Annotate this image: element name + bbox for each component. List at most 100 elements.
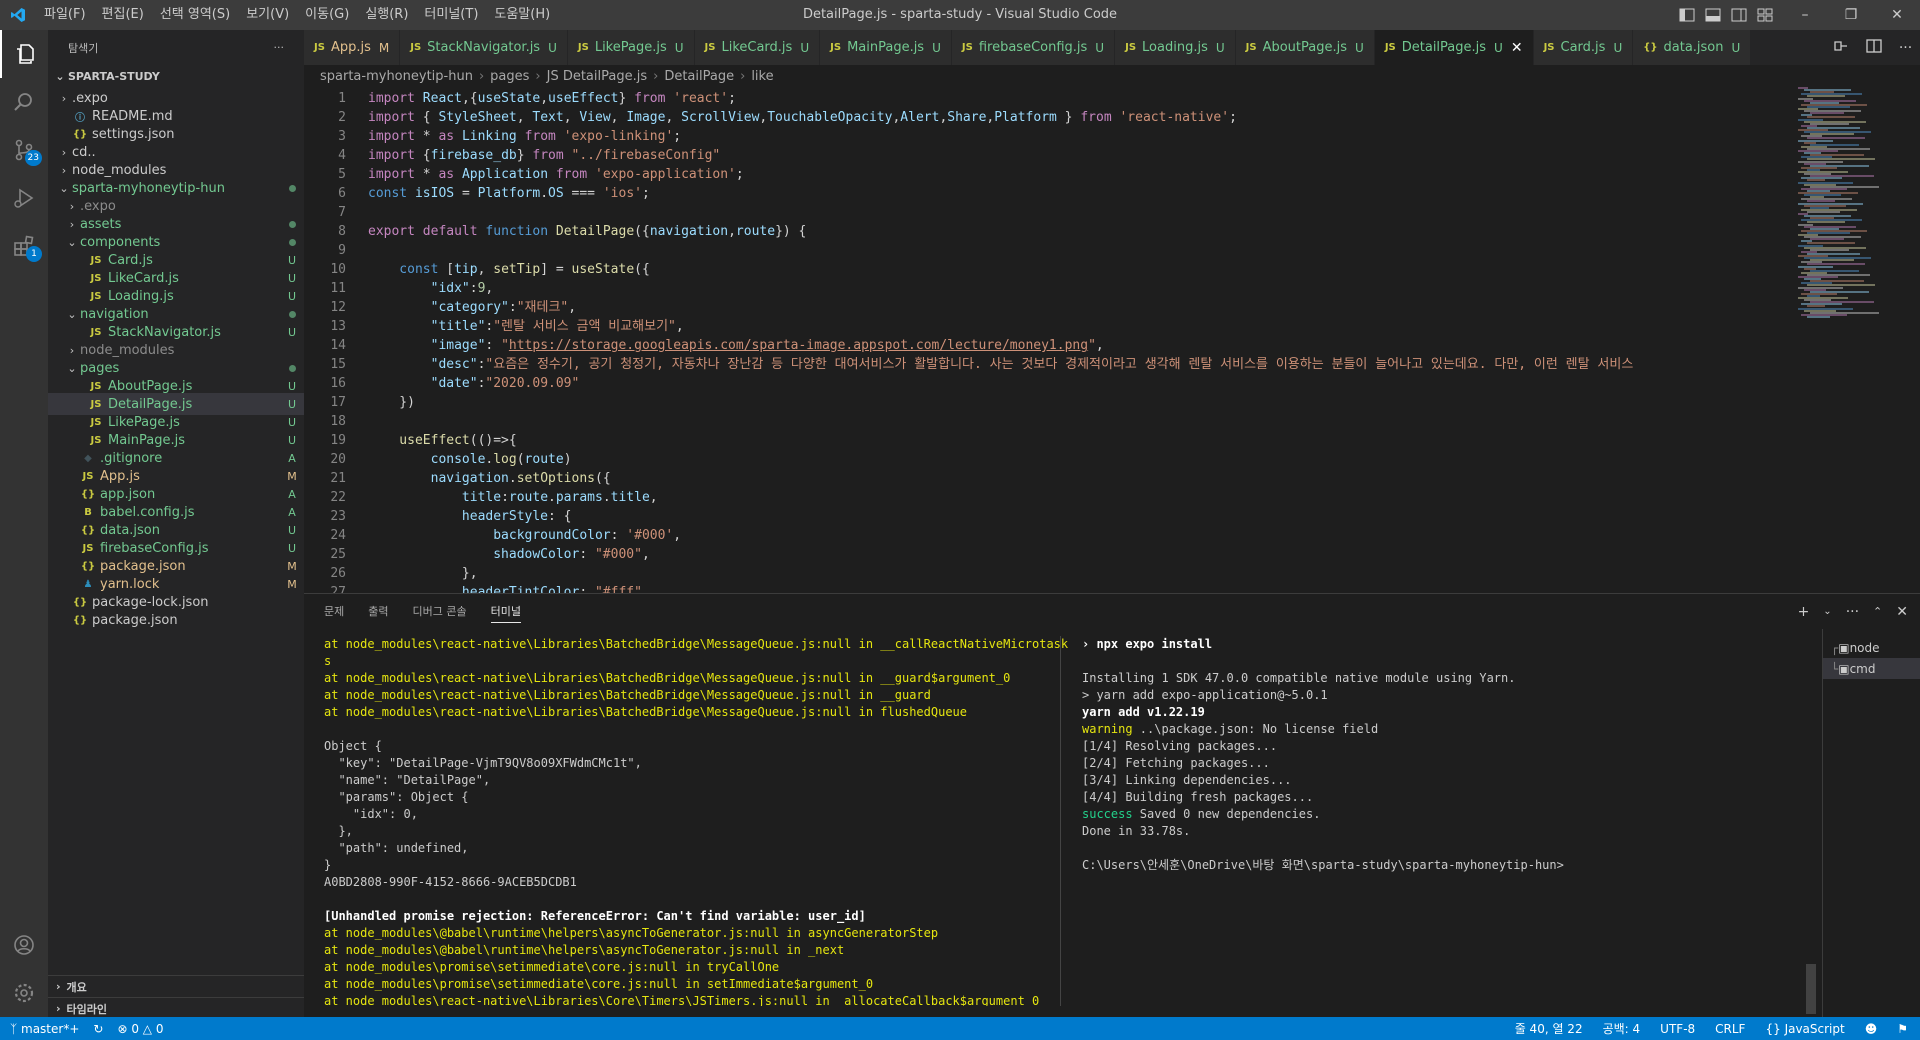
editor-tab[interactable]: JS firebaseConfig.js U xyxy=(951,30,1116,65)
close-window-icon[interactable]: ✕ xyxy=(1874,0,1920,30)
editor-tab[interactable]: JS StackNavigator.js U xyxy=(400,30,568,65)
panel-tab[interactable]: 출력 xyxy=(368,594,388,629)
more-icon[interactable]: ··· xyxy=(1846,604,1859,620)
code-line: 1 import React,{useState,useEffect} from … xyxy=(304,89,1792,108)
terminal-scrollbar[interactable] xyxy=(1806,964,1816,1014)
terminal-line: s xyxy=(324,653,1068,670)
git-status-badge: U xyxy=(287,415,297,429)
editor-tab[interactable]: JS App.js M xyxy=(304,30,401,65)
editor-tab[interactable]: JS LikeCard.js U xyxy=(694,30,821,65)
terminal-name: node xyxy=(1849,640,1880,655)
terminal-cmd-output[interactable]: › npx expo install Installing 1 SDK 47.0.… xyxy=(1082,636,1822,1006)
terminal-text: }, xyxy=(324,824,353,838)
workspace-section[interactable]: ⌄ SPARTA-STUDY xyxy=(48,65,304,87)
minimap[interactable] xyxy=(1792,87,1906,593)
chevron-down-icon[interactable]: ⌄ xyxy=(1823,606,1831,617)
terminal-text: Saved 0 new dependencies. xyxy=(1139,807,1321,821)
code-token: useState xyxy=(477,91,541,106)
menu-item[interactable]: 터미널(T) xyxy=(416,0,486,30)
tree-item-label: pages xyxy=(80,360,120,376)
indentation[interactable]: 공백: 4 xyxy=(1603,1020,1641,1037)
editor-tab[interactable]: JS MainPage.js U xyxy=(820,30,952,65)
more-actions-icon[interactable]: ··· xyxy=(1899,40,1912,56)
restore-icon[interactable]: ❐ xyxy=(1828,0,1874,30)
breadcrumb-item[interactable]: pages xyxy=(490,69,529,84)
terminal-line: }, xyxy=(324,823,1068,840)
line-ending[interactable]: CRLF xyxy=(1715,1022,1745,1036)
maximize-panel-icon[interactable]: ⌃ xyxy=(1873,605,1882,618)
settings-gear-icon[interactable] xyxy=(0,969,48,1017)
json-file-icon: {} xyxy=(80,488,96,500)
sync-icon[interactable]: ↻ xyxy=(93,1022,103,1036)
menu-item[interactable]: 선택 영역(S) xyxy=(152,0,238,30)
tree-item[interactable]: {} package.json xyxy=(48,609,304,631)
terminal-instance[interactable]: ┌ ▣ node xyxy=(1823,637,1920,658)
cursor-position[interactable]: 줄 40, 열 22 xyxy=(1515,1020,1583,1037)
terminal-instance[interactable]: └ ▣ cmd xyxy=(1823,658,1920,679)
toggle-secondary-sidebar-icon[interactable] xyxy=(1728,5,1750,25)
panel-tab[interactable]: 디버그 콘솔 xyxy=(413,594,467,629)
code-editor[interactable]: 1 import React,{useState,useEffect} from … xyxy=(304,87,1792,593)
terminal-line: at node_modules\@babel\runtime\helpers\a… xyxy=(324,925,1068,942)
language-label: JavaScript xyxy=(1784,1021,1845,1036)
notifications-bell-icon[interactable]: ⚑ xyxy=(1897,1022,1908,1036)
new-terminal-icon[interactable]: + xyxy=(1798,604,1810,620)
menu-item[interactable]: 이동(G) xyxy=(297,0,357,30)
terminal-split-divider[interactable] xyxy=(1060,636,1061,1006)
outline-section[interactable]: › 개요 xyxy=(48,975,304,997)
explorer-icon[interactable] xyxy=(0,30,48,78)
code-text: headerTintColor: "#fff", xyxy=(346,583,650,593)
customize-layout-icon[interactable] xyxy=(1754,5,1776,25)
feedback-icon[interactable]: ☻ xyxy=(1865,1022,1878,1036)
menu-item[interactable]: 보기(V) xyxy=(238,0,297,30)
run-debug-icon[interactable] xyxy=(0,174,48,222)
code-token: useState xyxy=(571,262,635,277)
vscode-window: 파일(F) 편집(E) 선택 영역(S) 보기(V) 이동(G) 실행(R) 터미널(T) 도… xyxy=(0,0,1920,1040)
toggle-sidebar-icon[interactable] xyxy=(1676,5,1698,25)
js-file-icon: JS xyxy=(577,42,589,53)
tree-item-label: node_modules xyxy=(80,342,175,358)
code-line: 2 import { StyleSheet, Text, View, Image,… xyxy=(304,108,1792,127)
breadcrumb-item[interactable]: JS DetailPage.js xyxy=(547,69,648,84)
menu-item[interactable]: 파일(F) xyxy=(36,0,94,30)
git-status-badge: U xyxy=(287,433,297,447)
tree-item-label: firebaseConfig.js xyxy=(100,540,209,556)
source-control-icon[interactable]: 23 xyxy=(0,126,48,174)
editor-tab[interactable]: JS Loading.js U xyxy=(1115,30,1236,65)
breadcrumb-item[interactable]: DetailPage xyxy=(664,69,734,84)
terminal-text: at node_modules\react-native\Libraries\B… xyxy=(324,637,1068,651)
accounts-icon[interactable] xyxy=(0,921,48,969)
code-token: Text xyxy=(532,110,564,125)
breadcrumb-item[interactable]: like xyxy=(751,69,773,84)
problems-status[interactable]: ⊗ 0 △ 0 xyxy=(117,1022,163,1036)
toggle-panel-icon[interactable] xyxy=(1702,5,1724,25)
minimize-icon[interactable]: – xyxy=(1782,0,1828,30)
tab-git-status: M xyxy=(378,40,390,55)
code-token: . xyxy=(548,490,556,505)
menu-item[interactable]: 편집(E) xyxy=(94,0,152,30)
open-changes-icon[interactable] xyxy=(1832,37,1850,59)
editor-tab[interactable]: JS AboutPage.js U xyxy=(1235,30,1375,65)
timeline-section[interactable]: › 타임라인 xyxy=(48,997,304,1019)
editor-tab[interactable]: JS DetailPage.js U ✕ xyxy=(1374,30,1534,65)
editor-tab[interactable]: {} data.json U xyxy=(1633,30,1752,65)
terminal-node-output[interactable]: at node_modules\react-native\Libraries\B… xyxy=(324,636,1068,1006)
panel-tab[interactable]: 문제 xyxy=(324,594,344,629)
language-mode[interactable]: {} JavaScript xyxy=(1765,1022,1844,1036)
more-actions-icon[interactable]: ··· xyxy=(274,41,285,54)
menu-item[interactable]: 실행(R) xyxy=(357,0,416,30)
extensions-icon[interactable]: 1 xyxy=(0,222,48,270)
search-icon[interactable] xyxy=(0,78,48,126)
encoding[interactable]: UTF-8 xyxy=(1660,1022,1695,1036)
split-editor-icon[interactable] xyxy=(1865,37,1883,59)
close-panel-icon[interactable]: ✕ xyxy=(1896,604,1908,620)
close-tab-icon[interactable]: ✕ xyxy=(1511,40,1523,56)
panel-tab[interactable]: 터미널 xyxy=(490,594,522,629)
editor-tab[interactable]: JS LikePage.js U xyxy=(567,30,695,65)
branch-status[interactable]: ᛉ master*+ xyxy=(10,1022,79,1036)
editor-tab[interactable]: JS Card.js U xyxy=(1533,30,1634,65)
code-text: const isIOS = Platform.OS === 'ios'; xyxy=(346,184,650,203)
menu-item[interactable]: 도움말(H) xyxy=(486,0,558,30)
tree-item-label: README.md xyxy=(92,108,173,124)
breadcrumb-item[interactable]: sparta-myhoneytip-hun xyxy=(320,69,473,84)
